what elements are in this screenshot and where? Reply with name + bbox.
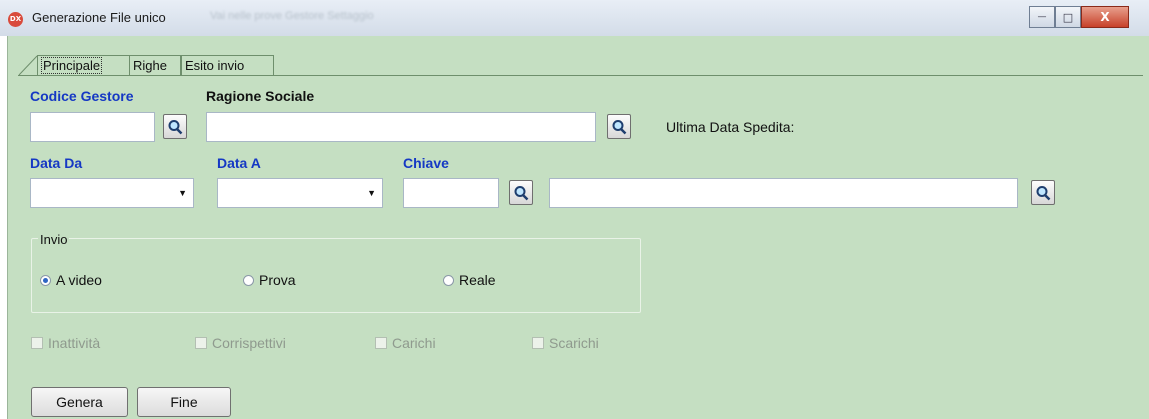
tab-principale[interactable]: Principale: [37, 55, 129, 75]
tab-esito-invio[interactable]: Esito invio: [181, 55, 274, 75]
codice-gestore-input[interactable]: [30, 112, 155, 142]
checkbox-inattivita[interactable]: Inattività: [31, 335, 100, 351]
search-icon: [168, 119, 183, 134]
checkbox-label: Carichi: [392, 335, 436, 351]
fine-button[interactable]: Fine: [137, 387, 231, 417]
tab-righe[interactable]: Righe: [129, 55, 181, 75]
close-button[interactable]: X: [1081, 6, 1129, 28]
data-a-dropdown[interactable]: ▼: [217, 178, 383, 208]
radio-prova[interactable]: Prova: [243, 272, 296, 288]
search-icon: [1036, 185, 1051, 200]
label-data-da: Data Da: [30, 155, 83, 171]
search-icon: [514, 185, 529, 200]
checkbox-box: [31, 337, 43, 349]
radio-label: Prova: [259, 272, 296, 288]
radio-button: [243, 274, 254, 286]
maximize-icon: □: [1062, 10, 1074, 24]
ragione-sociale-input[interactable]: [206, 112, 596, 142]
label-chiave: Chiave: [403, 155, 449, 171]
radio-label: Reale: [459, 272, 496, 288]
content-area: [7, 36, 1149, 419]
app-icon: DX: [8, 12, 23, 27]
chiave-description-search-button[interactable]: [1031, 180, 1055, 205]
radio-a-video[interactable]: A video: [40, 272, 102, 288]
title-bar: [0, 0, 1149, 36]
checkbox-box: [195, 337, 207, 349]
checkbox-label: Inattività: [48, 335, 101, 351]
search-icon: [612, 119, 627, 134]
checkbox-corrispettivi[interactable]: Corrispettivi: [195, 335, 286, 351]
chiave-description-input[interactable]: [549, 178, 1018, 208]
close-icon: X: [1100, 10, 1110, 24]
chevron-down-icon: ▼: [367, 188, 376, 198]
maximize-button[interactable]: □: [1055, 6, 1081, 28]
radio-button: [443, 274, 454, 286]
tab-divider: [18, 75, 1143, 76]
tab-slant: [18, 55, 38, 76]
chevron-down-icon: ▼: [178, 188, 187, 198]
radio-label: A video: [56, 272, 102, 288]
chiave-search-button[interactable]: [509, 180, 533, 205]
radio-reale[interactable]: Reale: [443, 272, 496, 288]
ragione-sociale-search-button[interactable]: [607, 114, 631, 139]
checkbox-box: [375, 337, 387, 349]
invio-group: [31, 238, 641, 313]
window-title: Generazione File unico: [32, 10, 166, 25]
ultima-data-label: Ultima Data Spedita:: [666, 119, 795, 135]
label-ragione-sociale: Ragione Sociale: [206, 88, 315, 104]
label-data-a: Data A: [217, 155, 261, 171]
codice-gestore-search-button[interactable]: [163, 114, 187, 139]
minimize-button[interactable]: —: [1029, 6, 1055, 28]
window-title-ghost: Vai nelle prove Gestore Settaggio: [210, 10, 374, 22]
radio-button: [40, 274, 51, 286]
checkbox-scarichi[interactable]: Scarichi: [532, 335, 599, 351]
checkbox-box: [532, 337, 544, 349]
checkbox-carichi[interactable]: Carichi: [375, 335, 436, 351]
checkbox-label: Scarichi: [549, 335, 599, 351]
minimize-icon: —: [1037, 12, 1047, 22]
chiave-input[interactable]: [403, 178, 499, 208]
data-da-dropdown[interactable]: ▼: [30, 178, 194, 208]
invio-legend: Invio: [38, 232, 70, 247]
genera-button[interactable]: Genera: [31, 387, 128, 417]
checkbox-label: Corrispettivi: [212, 335, 286, 351]
label-codice-gestore: Codice Gestore: [30, 88, 134, 104]
